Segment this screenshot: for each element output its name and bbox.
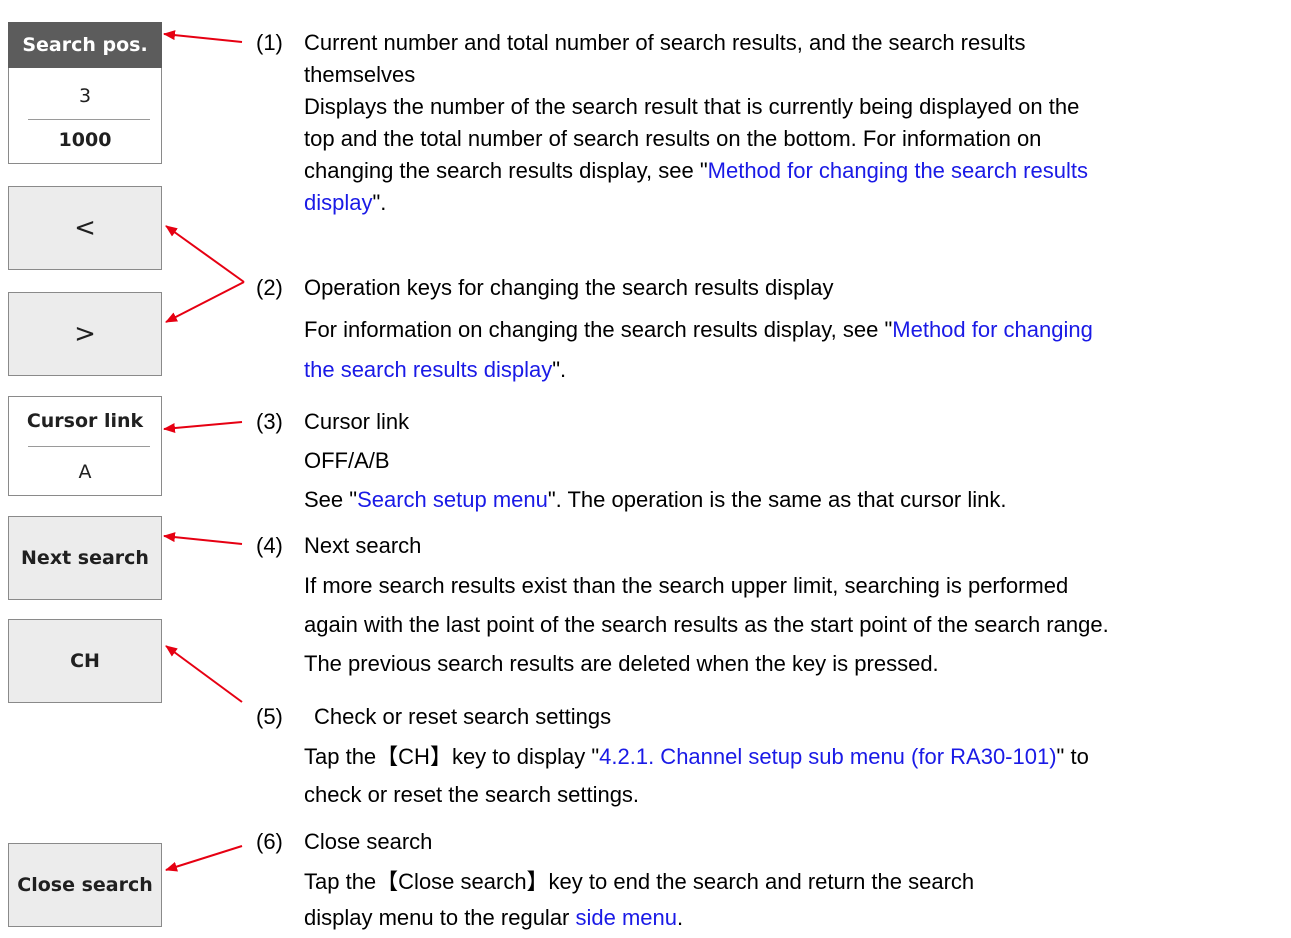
item-4-desc-2: again with the last point of the search … bbox=[304, 612, 1109, 637]
item-4-number: (4) bbox=[256, 533, 283, 558]
item-1-desc-4-text: ". bbox=[372, 190, 387, 215]
item-1-desc-4: display". bbox=[304, 187, 386, 219]
item-6-desc-1: Tap the【Close search】key to end the sear… bbox=[304, 869, 975, 894]
search-setup-menu-link[interactable]: Search setup menu bbox=[357, 487, 548, 512]
item-6-number: (6) bbox=[256, 829, 283, 854]
item-2-desc-2: the search results display". bbox=[304, 354, 566, 386]
method-link[interactable]: Method for changing the search results bbox=[708, 158, 1088, 183]
item-5-title: Check or reset search settings bbox=[314, 704, 612, 729]
item-1-desc-1: Displays the number of the search result… bbox=[304, 94, 1080, 119]
item-5-number: (5) bbox=[256, 704, 283, 729]
item-1-title: Current number and total number of searc… bbox=[304, 30, 1026, 55]
arrow-1 bbox=[163, 30, 243, 43]
item-3-number: (3) bbox=[256, 409, 283, 434]
method-link-cont[interactable]: the search results display bbox=[304, 357, 552, 382]
item-1-desc-2: top and the total number of search resul… bbox=[304, 126, 1042, 151]
item-5-desc-1-text: Tap the【CH】key to display " bbox=[304, 744, 600, 769]
item-2-title: Operation keys for changing the search r… bbox=[304, 275, 834, 300]
item-4-desc-3: The previous search results are deleted … bbox=[304, 651, 939, 676]
channel-setup-link[interactable]: 4.2.1. Channel setup sub menu (for RA30-… bbox=[599, 744, 1056, 769]
item-3-desc-2-text: See " bbox=[304, 487, 358, 512]
arrow-4 bbox=[163, 532, 243, 545]
method-link-cont[interactable]: display bbox=[304, 190, 372, 215]
method-link[interactable]: Method for changing bbox=[892, 317, 1093, 342]
item-6-desc-2-text: display menu to the regular bbox=[304, 905, 576, 930]
arrow-5 bbox=[165, 645, 243, 703]
item-6-title: Close search bbox=[304, 829, 433, 854]
arrow-2a bbox=[165, 225, 245, 283]
item-6-desc-2: display menu to the regular side menu. bbox=[304, 902, 683, 934]
item-6-desc-2-tail: . bbox=[677, 905, 684, 930]
arrow-6 bbox=[165, 845, 243, 872]
item-2-desc-1-text: For information on changing the search r… bbox=[304, 317, 893, 342]
item-4-desc-1: If more search results exist than the se… bbox=[304, 573, 1069, 598]
item-3-desc-2: See "Search setup menu". The operation i… bbox=[304, 484, 1007, 516]
item-4-title: Next search bbox=[304, 533, 422, 558]
item-1-desc-3-text: changing the search results display, see… bbox=[304, 158, 708, 183]
item-1-desc-3: changing the search results display, see… bbox=[304, 155, 1088, 187]
item-3-desc-2-tail: ". The operation is the same as that cur… bbox=[547, 487, 1007, 512]
item-1-title-cont: themselves bbox=[304, 62, 416, 87]
arrow-3 bbox=[163, 421, 243, 433]
item-5-desc-1: Tap the【CH】key to display "4.2.1. Channe… bbox=[304, 741, 1089, 773]
item-3-desc-1: OFF/A/B bbox=[304, 448, 390, 473]
item-5-desc-1-tail: " to bbox=[1056, 744, 1089, 769]
item-3-title: Cursor link bbox=[304, 409, 410, 434]
arrow-2b bbox=[165, 281, 245, 323]
item-2-number: (2) bbox=[256, 275, 283, 300]
item-1-number: (1) bbox=[256, 30, 283, 55]
item-5-desc-2: check or reset the search settings. bbox=[304, 782, 640, 807]
item-2-desc-1: For information on changing the search r… bbox=[304, 314, 1093, 346]
item-2-desc-2-text: ". bbox=[552, 357, 567, 382]
side-menu-link[interactable]: side menu bbox=[576, 905, 678, 930]
